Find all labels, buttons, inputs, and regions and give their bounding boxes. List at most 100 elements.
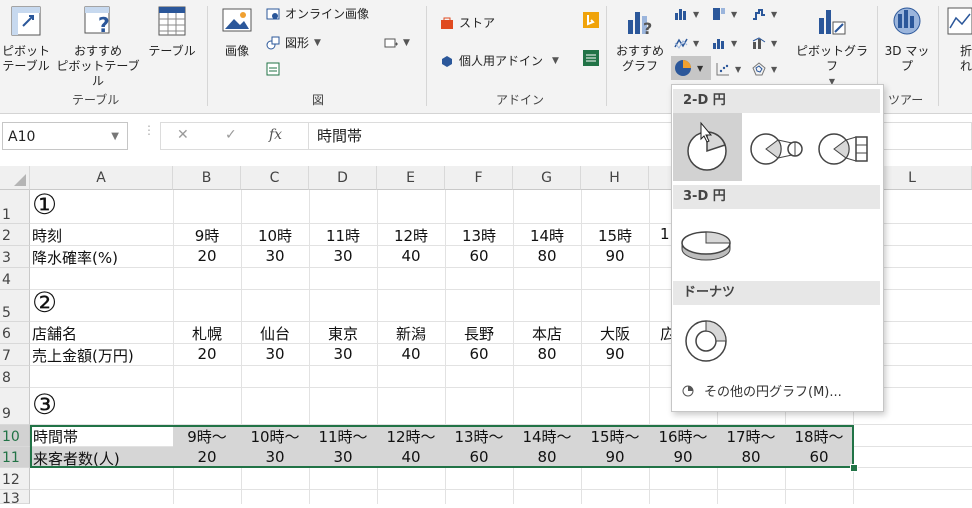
column-chart-button[interactable]: ▼ [674,7,699,21]
row-header-13[interactable]: 13 [0,490,30,507]
insert-function-icon[interactable]: fx [269,127,282,143]
pie-chart-button[interactable]: ▼ [671,56,711,80]
cell-b3[interactable]: 20 [173,247,241,265]
cell-c2[interactable]: 10時 [241,225,309,246]
cell-d3[interactable]: 30 [309,247,377,265]
radar-chart-button[interactable]: ▼ [752,62,777,76]
row-header-6[interactable]: 6 [0,322,30,344]
row-header-9[interactable]: 9 [0,388,30,425]
row-header-5[interactable]: 5 [0,290,30,322]
cell-g7[interactable]: 80 [513,345,581,363]
hierarchy-chart-button[interactable]: ▼ [712,7,737,21]
cancel-icon[interactable]: ✕ [177,127,189,143]
column-header-e[interactable]: E [377,166,445,190]
cell-h3[interactable]: 90 [581,247,649,265]
pivot-chart-button[interactable]: ピボットグラフ ▼ [792,4,872,89]
row-header-12[interactable]: 12 [0,468,30,490]
waterfall-chart-button[interactable]: ▼ [752,7,777,21]
cell-b2[interactable]: 9時 [173,225,241,246]
recommended-pivot-button[interactable]: ? おすすめ ピボットテーブル [52,4,144,89]
row-header-8[interactable]: 8 [0,366,30,388]
sparkline-line-button[interactable]: 折 れ [942,4,972,74]
cell-a9[interactable]: ③ [32,388,57,421]
online-pictures-button[interactable]: オンライン画像 [266,5,369,22]
cell-f2[interactable]: 13時 [445,225,513,246]
pie-2d-option[interactable] [673,113,742,181]
cell-a2[interactable]: 時刻 [32,225,62,246]
cell-g3[interactable]: 80 [513,247,581,265]
combo-chart-button[interactable]: ▼ [752,36,777,50]
smartart-button[interactable] [266,62,280,76]
row-header-2[interactable]: 2 [0,224,30,246]
screenshot-button[interactable]: ▼ [384,36,410,50]
line-chart-button[interactable]: ▼ [674,36,699,50]
scatter-chart-button[interactable]: ▼ [716,62,741,76]
row-header-4[interactable]: 4 [0,268,30,290]
pivot-table-button[interactable]: ピボット テーブル [0,4,52,74]
column-header-h[interactable]: H [581,166,649,190]
cell-c7[interactable]: 30 [241,345,309,363]
pie-of-pie-option[interactable] [744,119,808,179]
cell-g6[interactable]: 本店 [513,323,581,344]
cell-e6[interactable]: 新潟 [377,323,445,344]
cell-f6[interactable]: 長野 [445,323,513,344]
formula-buttons: ✕ ✓ fx [160,122,308,150]
cell-a5[interactable]: ② [32,286,57,319]
more-pie-charts-link[interactable]: その他の円グラフ(M)... [682,381,842,400]
store-button[interactable]: ストア [440,14,495,31]
column-header-f[interactable]: F [445,166,513,190]
cell-f3[interactable]: 60 [445,247,513,265]
cell-i2[interactable]: 1 [660,225,670,243]
name-box[interactable]: A10 ▼ [2,122,128,150]
cell-h7[interactable]: 90 [581,345,649,363]
row-header-7[interactable]: 7 [0,344,30,366]
cell-a7[interactable]: 売上金額(万円) [32,345,134,366]
row-header-11[interactable]: 11 [0,447,30,468]
cell-e2[interactable]: 12時 [377,225,445,246]
recommended-charts-button[interactable]: ? おすすめ グラフ [612,4,668,74]
cell-b7[interactable]: 20 [173,345,241,363]
cell-e3[interactable]: 40 [377,247,445,265]
pie-3d-option[interactable] [678,215,742,275]
enter-icon[interactable]: ✓ [225,127,237,143]
cell-f7[interactable]: 60 [445,345,513,363]
column-header-b[interactable]: B [173,166,241,190]
cell-h6[interactable]: 大阪 [581,323,649,344]
picture-button[interactable]: 画像 [214,4,260,59]
people-graph-button[interactable] [583,50,599,66]
select-all-corner[interactable] [0,166,30,190]
column-header-c[interactable]: C [241,166,309,190]
chevron-down-icon[interactable]: ▼ [111,123,119,151]
cell-d6[interactable]: 東京 [309,323,377,344]
column-header-d[interactable]: D [309,166,377,190]
row-header-3[interactable]: 3 [0,246,30,268]
cell-c6[interactable]: 仙台 [241,323,309,344]
donut-option[interactable] [678,311,742,371]
fill-handle[interactable] [850,464,858,472]
bar-of-pie-option[interactable] [812,119,876,179]
cell-g2[interactable]: 14時 [513,225,581,246]
table-button[interactable]: テーブル [144,4,200,59]
column-header-a[interactable]: A [30,166,173,190]
cell-b6[interactable]: 札幌 [173,323,241,344]
bing-button[interactable] [583,12,599,28]
statistic-chart-button[interactable]: ▼ [712,36,737,50]
shapes-button[interactable]: 図形 ▼ [266,34,321,51]
cell-c3[interactable]: 30 [241,247,309,265]
my-addins-button[interactable]: 個人用アドイン ▼ [440,52,559,69]
store-icon [441,17,453,29]
pie-icon [687,121,727,171]
cell-a1[interactable]: ① [32,188,57,221]
group-label-tables: テーブル [72,93,120,107]
cell-a6[interactable]: 店舗名 [32,323,77,344]
row-header-10[interactable]: 10 [0,425,30,447]
row-header-1[interactable]: 1 [0,190,30,224]
cell-d2[interactable]: 11時 [309,225,377,246]
cell-h2[interactable]: 15時 [581,225,649,246]
cell-e7[interactable]: 40 [377,345,445,363]
3d-map-button[interactable]: 3D マッ プ [880,4,934,74]
column-header-g[interactable]: G [513,166,581,190]
drag-handle-icon[interactable]: ⋮ [143,124,155,144]
cell-a3[interactable]: 降水確率(%) [32,247,118,268]
cell-d7[interactable]: 30 [309,345,377,363]
